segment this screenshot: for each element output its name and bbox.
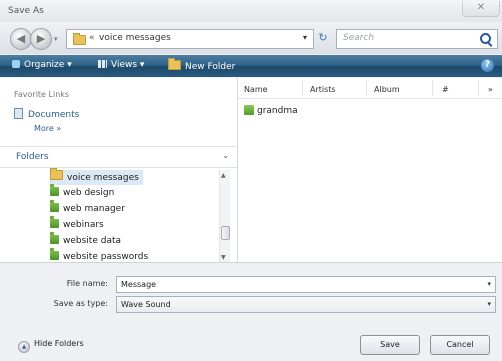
organize-chevron-down-icon: ▾	[67, 60, 72, 70]
save-button[interactable]: Save	[360, 335, 420, 355]
help-icon[interactable]: ?	[481, 59, 494, 72]
column-divider[interactable]	[302, 80, 303, 96]
save-as-type-value: Wave Sound	[121, 300, 171, 309]
save-options-panel: File name: Message ▾ Save as type: Wave …	[0, 262, 502, 361]
new-folder-icon	[168, 58, 181, 70]
save-as-type-dropdown-icon[interactable]: ▾	[483, 297, 491, 312]
column-header-name[interactable]: Name	[244, 85, 268, 94]
organize-icon	[12, 60, 20, 68]
save-as-type-label: Save as type:	[53, 299, 108, 308]
column-header-artists[interactable]: Artists	[310, 85, 336, 94]
refresh-icon[interactable]: ↻	[314, 29, 332, 47]
views-label: Views	[111, 60, 138, 70]
scrollbar-thumb[interactable]	[221, 226, 230, 240]
file-name-dropdown-icon[interactable]: ▾	[483, 277, 491, 292]
folder-icon	[50, 168, 63, 180]
tree-item-label: web manager	[63, 204, 125, 214]
column-divider[interactable]	[478, 80, 479, 96]
search-input[interactable]: Search	[336, 29, 498, 49]
address-dropdown-icon[interactable]: ▾	[303, 33, 307, 42]
navigation-pane: Favorite Links Documents More » Folders …	[0, 78, 238, 262]
scroll-down-icon[interactable]: ▼	[221, 254, 226, 261]
window-title: Save As	[8, 6, 44, 16]
documents-icon	[14, 108, 23, 119]
recent-pages-dropdown[interactable]: ▾	[54, 35, 58, 43]
green-folder-icon	[50, 200, 59, 212]
save-as-type-select[interactable]: Wave Sound ▾	[116, 296, 496, 313]
folder-tree-scrollbar[interactable]: ▲ ▼	[219, 170, 230, 262]
tree-item-label: website passwords	[63, 252, 149, 262]
file-item-grandma[interactable]: grandma	[244, 104, 298, 118]
tree-item-label: webinars	[63, 220, 104, 230]
tree-item-web-design[interactable]: web design	[50, 184, 118, 201]
green-folder-icon	[50, 248, 59, 260]
back-button[interactable]: ◀	[10, 28, 32, 50]
tree-item-webinars[interactable]: webinars	[50, 216, 108, 233]
tree-item-label: website data	[63, 236, 121, 246]
tree-item-website-data[interactable]: website data	[50, 232, 125, 249]
tree-item-label: voice messages	[67, 173, 139, 183]
file-list-pane: Name Artists Album # » grandma	[238, 78, 502, 262]
organize-label: Organize	[24, 60, 65, 70]
file-name-value: Message	[121, 280, 157, 289]
new-folder-label: New Folder	[185, 62, 236, 72]
close-button[interactable]: ✕	[462, 1, 500, 17]
forward-button[interactable]: ▶	[30, 28, 52, 50]
tree-item-website-passwords[interactable]: website passwords	[50, 248, 152, 262]
scroll-up-icon[interactable]: ▲	[221, 172, 226, 179]
green-folder-icon	[50, 216, 59, 228]
tree-item-web-manager[interactable]: web manager	[50, 200, 129, 217]
breadcrumb-overflow[interactable]: «	[89, 33, 95, 43]
file-name-field[interactable]: Message ▾	[116, 276, 496, 293]
address-bar[interactable]: « voice messages ▾	[66, 29, 314, 49]
chevron-up-icon: ▲	[18, 341, 30, 353]
more-columns-chevron[interactable]: »	[488, 85, 493, 94]
tree-item-voice-messages[interactable]: voice messages	[50, 168, 143, 185]
audio-file-icon	[244, 105, 254, 115]
title-bar: Save As ✕	[0, 0, 502, 23]
breadcrumb-current[interactable]: voice messages	[99, 33, 171, 43]
column-divider[interactable]	[366, 80, 367, 96]
favorite-links-heading: Favorite Links	[14, 90, 70, 99]
command-toolbar: Organize ▾ Views ▾ New Folder ?	[0, 55, 502, 77]
file-name: grandma	[257, 106, 298, 116]
green-folder-icon	[50, 184, 59, 196]
hide-folders-button[interactable]: ▲ Hide Folders	[18, 339, 84, 353]
views-chevron-down-icon: ▾	[139, 60, 145, 70]
column-header-row: Name Artists Album # »	[238, 78, 502, 99]
organize-menu[interactable]: Organize ▾	[12, 60, 72, 70]
views-menu[interactable]: Views ▾	[98, 60, 144, 70]
documents-label: Documents	[28, 110, 80, 120]
chevron-down-icon: ⌄	[222, 151, 229, 160]
views-icon	[98, 60, 107, 68]
green-folder-icon	[50, 232, 59, 244]
column-header-album[interactable]: Album	[374, 85, 400, 94]
folder-icon	[73, 33, 86, 45]
column-header-track-number[interactable]: #	[442, 85, 449, 94]
more-links[interactable]: More »	[34, 124, 61, 133]
hide-folders-label: Hide Folders	[34, 339, 84, 348]
folders-header[interactable]: Folders ⌄	[0, 146, 237, 168]
folders-label: Folders	[16, 152, 49, 162]
tree-item-label: web design	[63, 188, 115, 198]
new-folder-button[interactable]: New Folder	[168, 58, 236, 72]
favorite-link-documents[interactable]: Documents	[14, 108, 79, 120]
search-placeholder: Search	[343, 33, 375, 43]
search-icon[interactable]	[480, 33, 491, 44]
file-name-label: File name:	[66, 279, 108, 288]
address-row: ◀ ▶ ▾ « voice messages ▾ ↻ Search	[0, 22, 502, 54]
cancel-button[interactable]: Cancel	[430, 335, 490, 355]
column-divider[interactable]	[432, 80, 433, 96]
